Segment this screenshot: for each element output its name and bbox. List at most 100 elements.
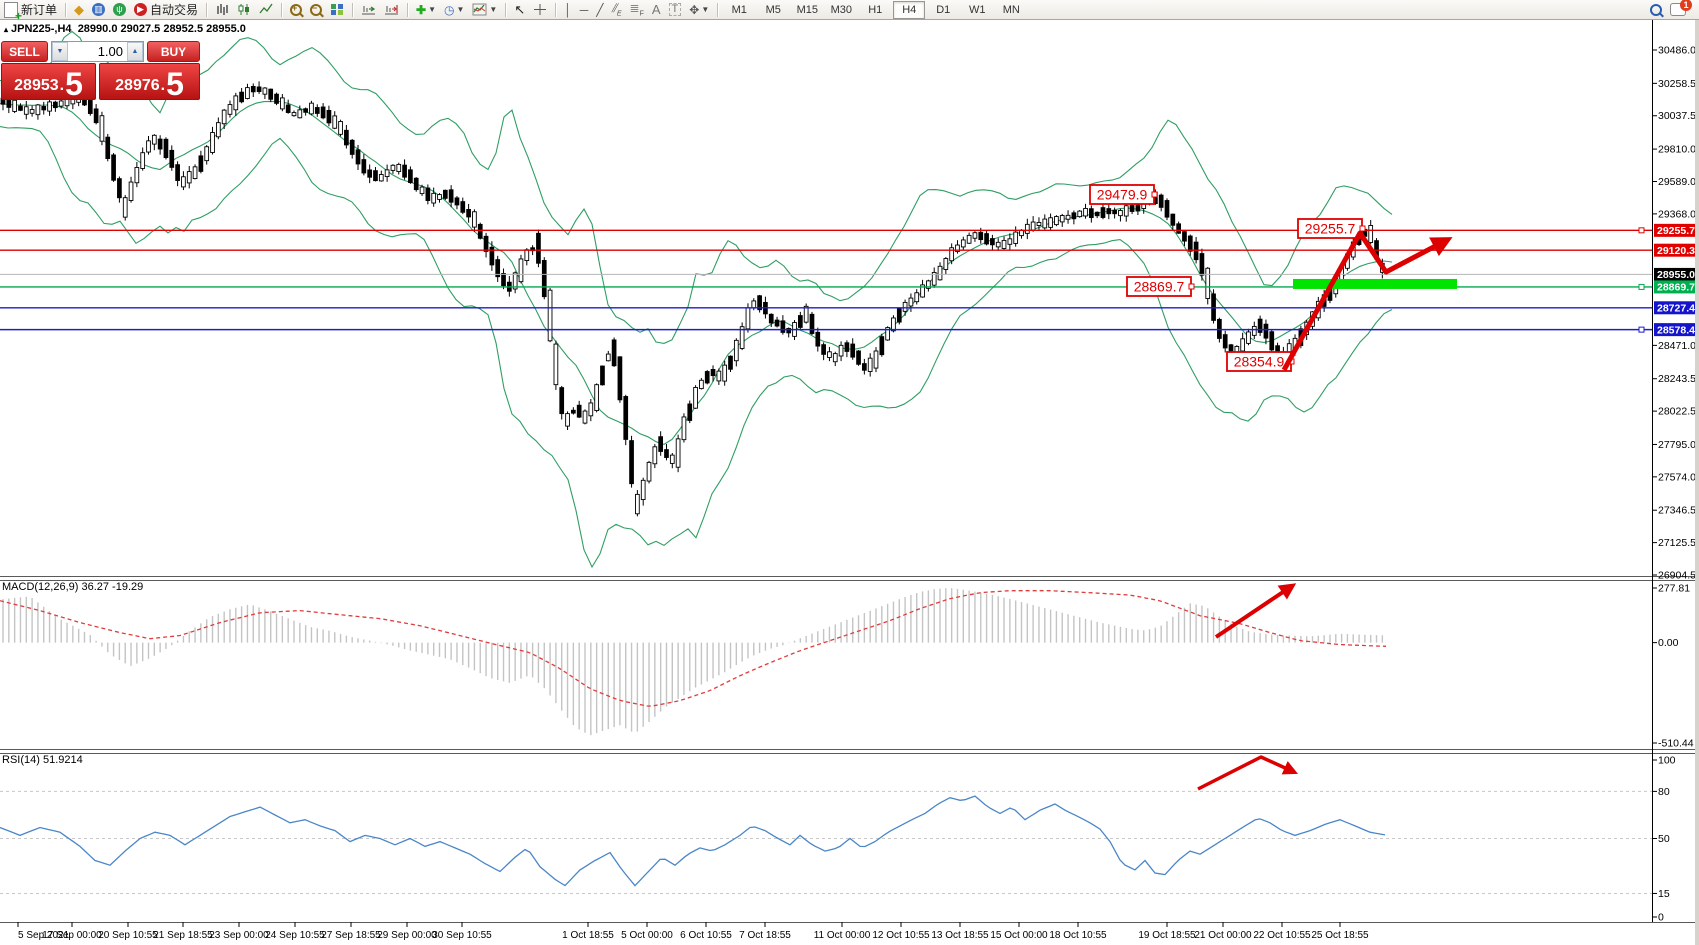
support-zone-highlight[interactable] bbox=[1293, 279, 1457, 289]
tab-mn[interactable]: MN bbox=[995, 1, 1027, 19]
svg-text:28022.5: 28022.5 bbox=[1658, 406, 1696, 418]
vertical-line-icon: │ bbox=[564, 4, 572, 16]
templates-button[interactable]: ▼ bbox=[469, 1, 500, 18]
svg-text:6 Oct 10:55: 6 Oct 10:55 bbox=[680, 930, 732, 941]
chart-canvas[interactable]: 30486.030258.530037.529810.029589.029368… bbox=[0, 0, 1699, 945]
svg-text:23 Sep 00:00: 23 Sep 00:00 bbox=[209, 930, 269, 941]
time-axis[interactable]: 5 Sep 202117 Sep 00:0020 Sep 10:5521 Sep… bbox=[18, 922, 1369, 941]
tab-m5[interactable]: M5 bbox=[757, 1, 789, 19]
svg-text:18 Oct 10:55: 18 Oct 10:55 bbox=[1049, 930, 1107, 941]
buy-button[interactable]: BUY bbox=[147, 41, 200, 62]
signals-button[interactable]: ψ bbox=[110, 1, 129, 18]
separator bbox=[555, 3, 556, 17]
zoom-in-icon: + bbox=[290, 4, 302, 16]
separator bbox=[717, 3, 718, 17]
svg-text:50: 50 bbox=[1658, 833, 1670, 845]
svg-text:29 Sep 00:00: 29 Sep 00:00 bbox=[377, 930, 437, 941]
arrows-button[interactable]: ✥▼ bbox=[686, 1, 712, 18]
line-handle bbox=[1639, 284, 1644, 289]
indicators-button[interactable]: ✚▼ bbox=[413, 1, 439, 18]
one-click-trading-panel: SELL ▼ 1.00 ▲ BUY 28953.5 28976.5 bbox=[1, 41, 200, 100]
svg-text:19 Oct 18:55: 19 Oct 18:55 bbox=[1138, 930, 1196, 941]
line-handle bbox=[1639, 327, 1644, 332]
cursor-icon: ↖ bbox=[514, 3, 525, 16]
zoom-in-button[interactable]: + bbox=[287, 1, 305, 18]
trend-line-button[interactable]: ╱ bbox=[593, 1, 606, 18]
crosshair-icon bbox=[533, 3, 547, 16]
svg-text:30037.5: 30037.5 bbox=[1658, 110, 1696, 122]
volume-up-button[interactable]: ▲ bbox=[127, 42, 143, 61]
bar-chart-button[interactable] bbox=[212, 1, 232, 18]
separator bbox=[407, 3, 408, 17]
autotrade-label: 自动交易 bbox=[150, 1, 198, 18]
fibonacci-icon: ≣F bbox=[630, 2, 644, 17]
buy-price-display[interactable]: 28976.5 bbox=[99, 63, 200, 100]
profiles-button[interactable]: ◆ bbox=[71, 1, 87, 18]
svg-text:29479.9: 29479.9 bbox=[1097, 187, 1148, 203]
svg-text:15 Oct 00:00: 15 Oct 00:00 bbox=[990, 930, 1048, 941]
svg-text:28869.7: 28869.7 bbox=[1657, 282, 1695, 294]
auto-scroll-button[interactable] bbox=[358, 1, 379, 18]
horizontal-line-button[interactable]: ─ bbox=[577, 1, 592, 18]
trend-arrows[interactable] bbox=[1198, 233, 1447, 789]
ohlc-values: 28990.0 29027.5 28952.5 28955.0 bbox=[78, 23, 246, 35]
equidistant-channel-icon: ⫽E bbox=[612, 2, 622, 17]
search-icon bbox=[1650, 4, 1662, 16]
candlestick-chart-button[interactable] bbox=[234, 1, 254, 18]
svg-text:27574.0: 27574.0 bbox=[1658, 471, 1696, 483]
svg-text:29810.0: 29810.0 bbox=[1658, 144, 1696, 156]
svg-text:27346.5: 27346.5 bbox=[1658, 505, 1696, 517]
zoom-out-button[interactable]: − bbox=[307, 1, 325, 18]
tab-m30[interactable]: M30 bbox=[825, 1, 857, 19]
chevron-down-icon: ▼ bbox=[489, 5, 497, 14]
text-label-button[interactable]: T bbox=[666, 1, 685, 18]
svg-text:7 Oct 18:55: 7 Oct 18:55 bbox=[739, 930, 791, 941]
cursor-button[interactable]: ↖ bbox=[511, 1, 528, 18]
tab-d1[interactable]: D1 bbox=[927, 1, 959, 19]
tab-m15[interactable]: M15 bbox=[791, 1, 823, 19]
svg-text:15: 15 bbox=[1658, 888, 1670, 900]
volume-down-button[interactable]: ▼ bbox=[52, 42, 68, 61]
tab-h1[interactable]: H1 bbox=[859, 1, 891, 19]
tab-h4[interactable]: H4 bbox=[893, 1, 925, 19]
panel-separators[interactable] bbox=[0, 20, 1699, 923]
search-button[interactable] bbox=[1647, 1, 1665, 18]
horizontal-line-icon: ─ bbox=[580, 4, 589, 16]
sell-price-dot: . bbox=[60, 78, 64, 94]
line-handle bbox=[1639, 228, 1644, 233]
symbol-period: JPN225-,H4 bbox=[11, 23, 72, 35]
svg-text:27795.0: 27795.0 bbox=[1658, 439, 1696, 451]
equidistant-channel-button[interactable]: ⫽E bbox=[609, 1, 625, 18]
tab-w1[interactable]: W1 bbox=[961, 1, 993, 19]
separator bbox=[206, 3, 207, 17]
separator bbox=[281, 3, 282, 17]
new-order-button[interactable]: 新订单 bbox=[1, 1, 60, 18]
macd-indicator-label: MACD(12,26,9) 36.27 -19.29 bbox=[2, 581, 143, 593]
fibonacci-button[interactable]: ≣F bbox=[627, 1, 647, 18]
tile-windows-button[interactable] bbox=[327, 1, 347, 18]
line-chart-icon bbox=[259, 3, 273, 16]
periods-icon: ◷ bbox=[444, 4, 454, 16]
text-button[interactable]: A bbox=[649, 1, 664, 18]
crosshair-button[interactable] bbox=[530, 1, 550, 18]
new-order-label: 新订单 bbox=[21, 1, 57, 18]
charts-button[interactable]: ▥ bbox=[89, 1, 108, 18]
tab-m1[interactable]: M1 bbox=[723, 1, 755, 19]
chart-shift-button[interactable] bbox=[381, 1, 402, 18]
svg-text:27 Sep 18:55: 27 Sep 18:55 bbox=[321, 930, 381, 941]
sell-price-display[interactable]: 28953.5 bbox=[1, 63, 96, 100]
price-axis[interactable]: 30486.030258.530037.529810.029589.029368… bbox=[1652, 45, 1698, 924]
svg-text:30258.5: 30258.5 bbox=[1658, 78, 1696, 90]
volume-input[interactable]: 1.00 bbox=[68, 42, 127, 61]
autotrade-button[interactable]: ▶ 自动交易 bbox=[131, 1, 201, 18]
svg-text:20 Sep 10:55: 20 Sep 10:55 bbox=[98, 930, 158, 941]
sell-button[interactable]: SELL bbox=[1, 41, 48, 62]
notifications-button[interactable]: 1 bbox=[1667, 1, 1689, 18]
periods-button[interactable]: ◷▼ bbox=[441, 1, 467, 18]
vertical-line-button[interactable]: │ bbox=[561, 1, 575, 18]
profiles-icon: ◆ bbox=[74, 3, 84, 16]
buy-price-dot: . bbox=[161, 78, 165, 94]
svg-text:28727.4: 28727.4 bbox=[1657, 303, 1695, 315]
line-chart-button[interactable] bbox=[256, 1, 276, 18]
indicators-icon: ✚ bbox=[416, 4, 426, 16]
